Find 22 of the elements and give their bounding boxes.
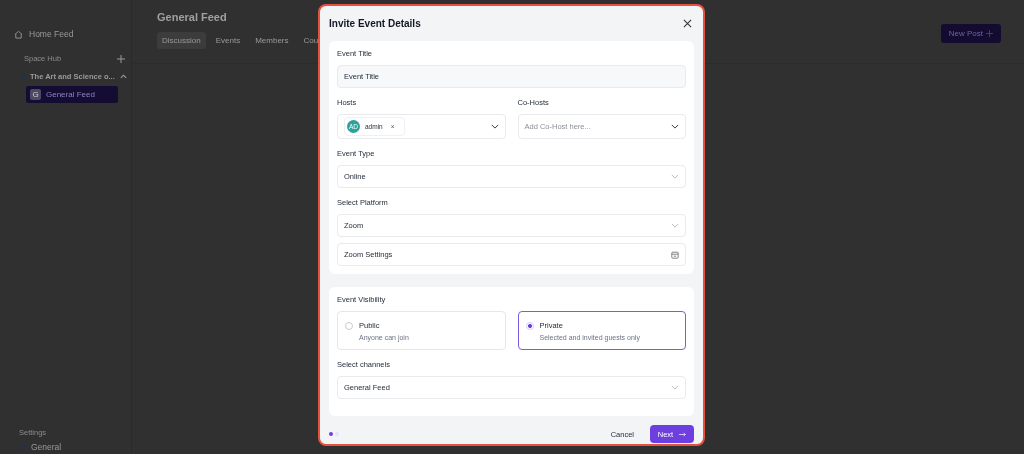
chevron-icon[interactable]: [119, 74, 127, 79]
arrow-right-icon: [679, 431, 687, 437]
tab[interactable]: Discussion: [157, 32, 206, 49]
chevron-down-icon: [671, 223, 679, 228]
channel-item[interactable]: G General Feed: [26, 86, 118, 103]
settings-link[interactable]: General: [31, 442, 62, 452]
home-feed-link[interactable]: Home Feed: [29, 29, 74, 39]
plus-icon: [986, 29, 993, 37]
page-title: General Feed: [157, 11, 228, 23]
calendar-icon: [671, 250, 679, 259]
radio-button[interactable]: [525, 322, 534, 330]
chevron-down-icon: [671, 174, 679, 179]
tab[interactable]: Events: [210, 32, 246, 49]
chevron-down-icon: [671, 385, 679, 390]
add-icon[interactable]: [117, 54, 125, 63]
tab[interactable]: Members: [250, 32, 294, 49]
chevron-down-icon: [671, 124, 679, 129]
close-icon[interactable]: [683, 19, 692, 28]
home-icon: [14, 29, 23, 39]
chevron-down-icon: [490, 124, 499, 129]
dialog-title: Invite Event Details: [329, 18, 421, 29]
new-post-button[interactable]: New Post: [940, 23, 1001, 43]
